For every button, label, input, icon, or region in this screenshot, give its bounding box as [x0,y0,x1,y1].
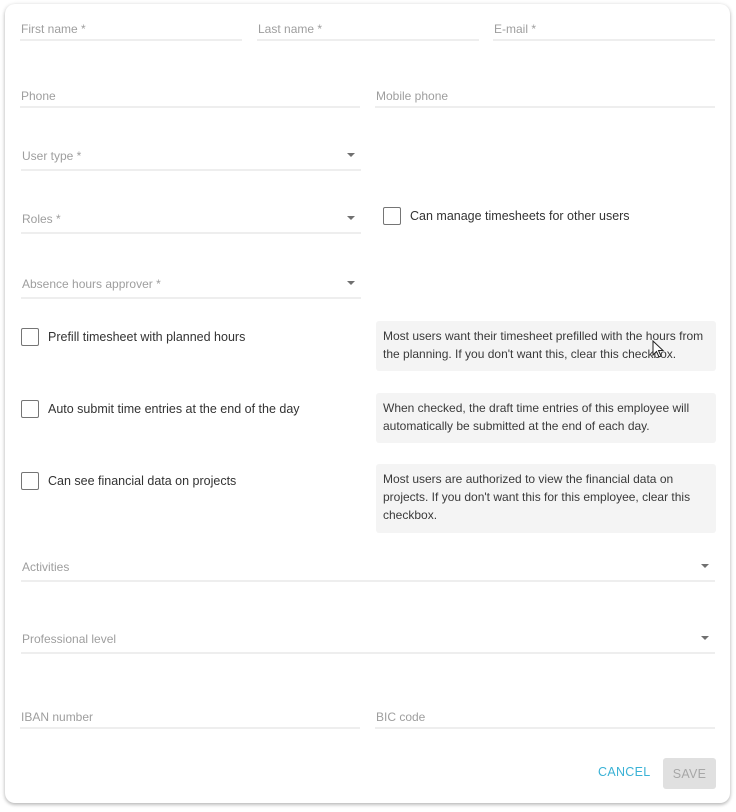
first-name-label: First name * [21,22,86,36]
first-name-field[interactable]: First name * [20,22,242,41]
bic-field[interactable]: BIC code [375,710,715,729]
absence-approver-select[interactable]: Absence hours approver * [21,277,361,299]
chevron-down-icon [347,153,355,157]
user-type-label: User type * [22,149,82,163]
roles-underline [21,232,361,234]
professional-level-select[interactable]: Professional level [21,632,715,654]
iban-underline [20,727,360,729]
professional-level-underline [21,652,715,654]
email-label: E-mail * [494,22,537,36]
iban-label: IBAN number [21,710,94,724]
last-name-underline [257,39,479,41]
cancel-button[interactable]: CANCEL [598,765,651,779]
chevron-down-icon [701,636,709,640]
activities-label: Activities [22,560,70,574]
phone-underline [20,106,360,108]
prefill-timesheet-label: Prefill timesheet with planned hours [48,330,246,344]
mouse-cursor-icon [652,340,665,358]
iban-field[interactable]: IBAN number [20,710,360,729]
last-name-label: Last name * [258,22,323,36]
first-name-underline [20,39,242,41]
absence-approver-label: Absence hours approver * [22,277,161,291]
phone-field[interactable]: Phone [20,89,360,108]
roles-label: Roles * [22,212,61,226]
email-underline [493,39,715,41]
mobile-phone-label: Mobile phone [376,89,449,103]
phone-label: Phone [21,89,56,103]
manage-timesheets-label: Can manage timesheets for other users [410,209,630,223]
save-button[interactable]: SAVE [663,758,716,789]
chevron-down-icon [347,216,355,220]
manage-timesheets-checkbox[interactable] [383,207,401,225]
activities-select[interactable]: Activities [21,560,715,582]
financial-data-checkbox[interactable] [21,472,39,490]
professional-level-label: Professional level [22,632,117,646]
user-type-underline [21,169,361,171]
bic-underline [375,727,715,729]
auto-submit-label: Auto submit time entries at the end of t… [48,402,300,416]
roles-select[interactable]: Roles * [21,212,361,234]
last-name-field[interactable]: Last name * [257,22,479,41]
mobile-phone-underline [375,106,715,108]
activities-underline [21,580,715,582]
financial-hint: Most users are authorized to view the fi… [376,464,716,533]
mobile-phone-field[interactable]: Mobile phone [375,89,715,108]
chevron-down-icon [701,564,709,568]
auto-submit-checkbox[interactable] [21,400,39,418]
chevron-down-icon [347,281,355,285]
financial-data-label: Can see financial data on projects [48,474,237,488]
prefill-timesheet-checkbox[interactable] [21,328,39,346]
user-type-select[interactable]: User type * [21,149,361,171]
auto-submit-hint: When checked, the draft time entries of … [376,393,716,443]
email-field[interactable]: E-mail * [493,22,715,41]
bic-label: BIC code [376,710,426,724]
absence-approver-underline [21,297,361,299]
